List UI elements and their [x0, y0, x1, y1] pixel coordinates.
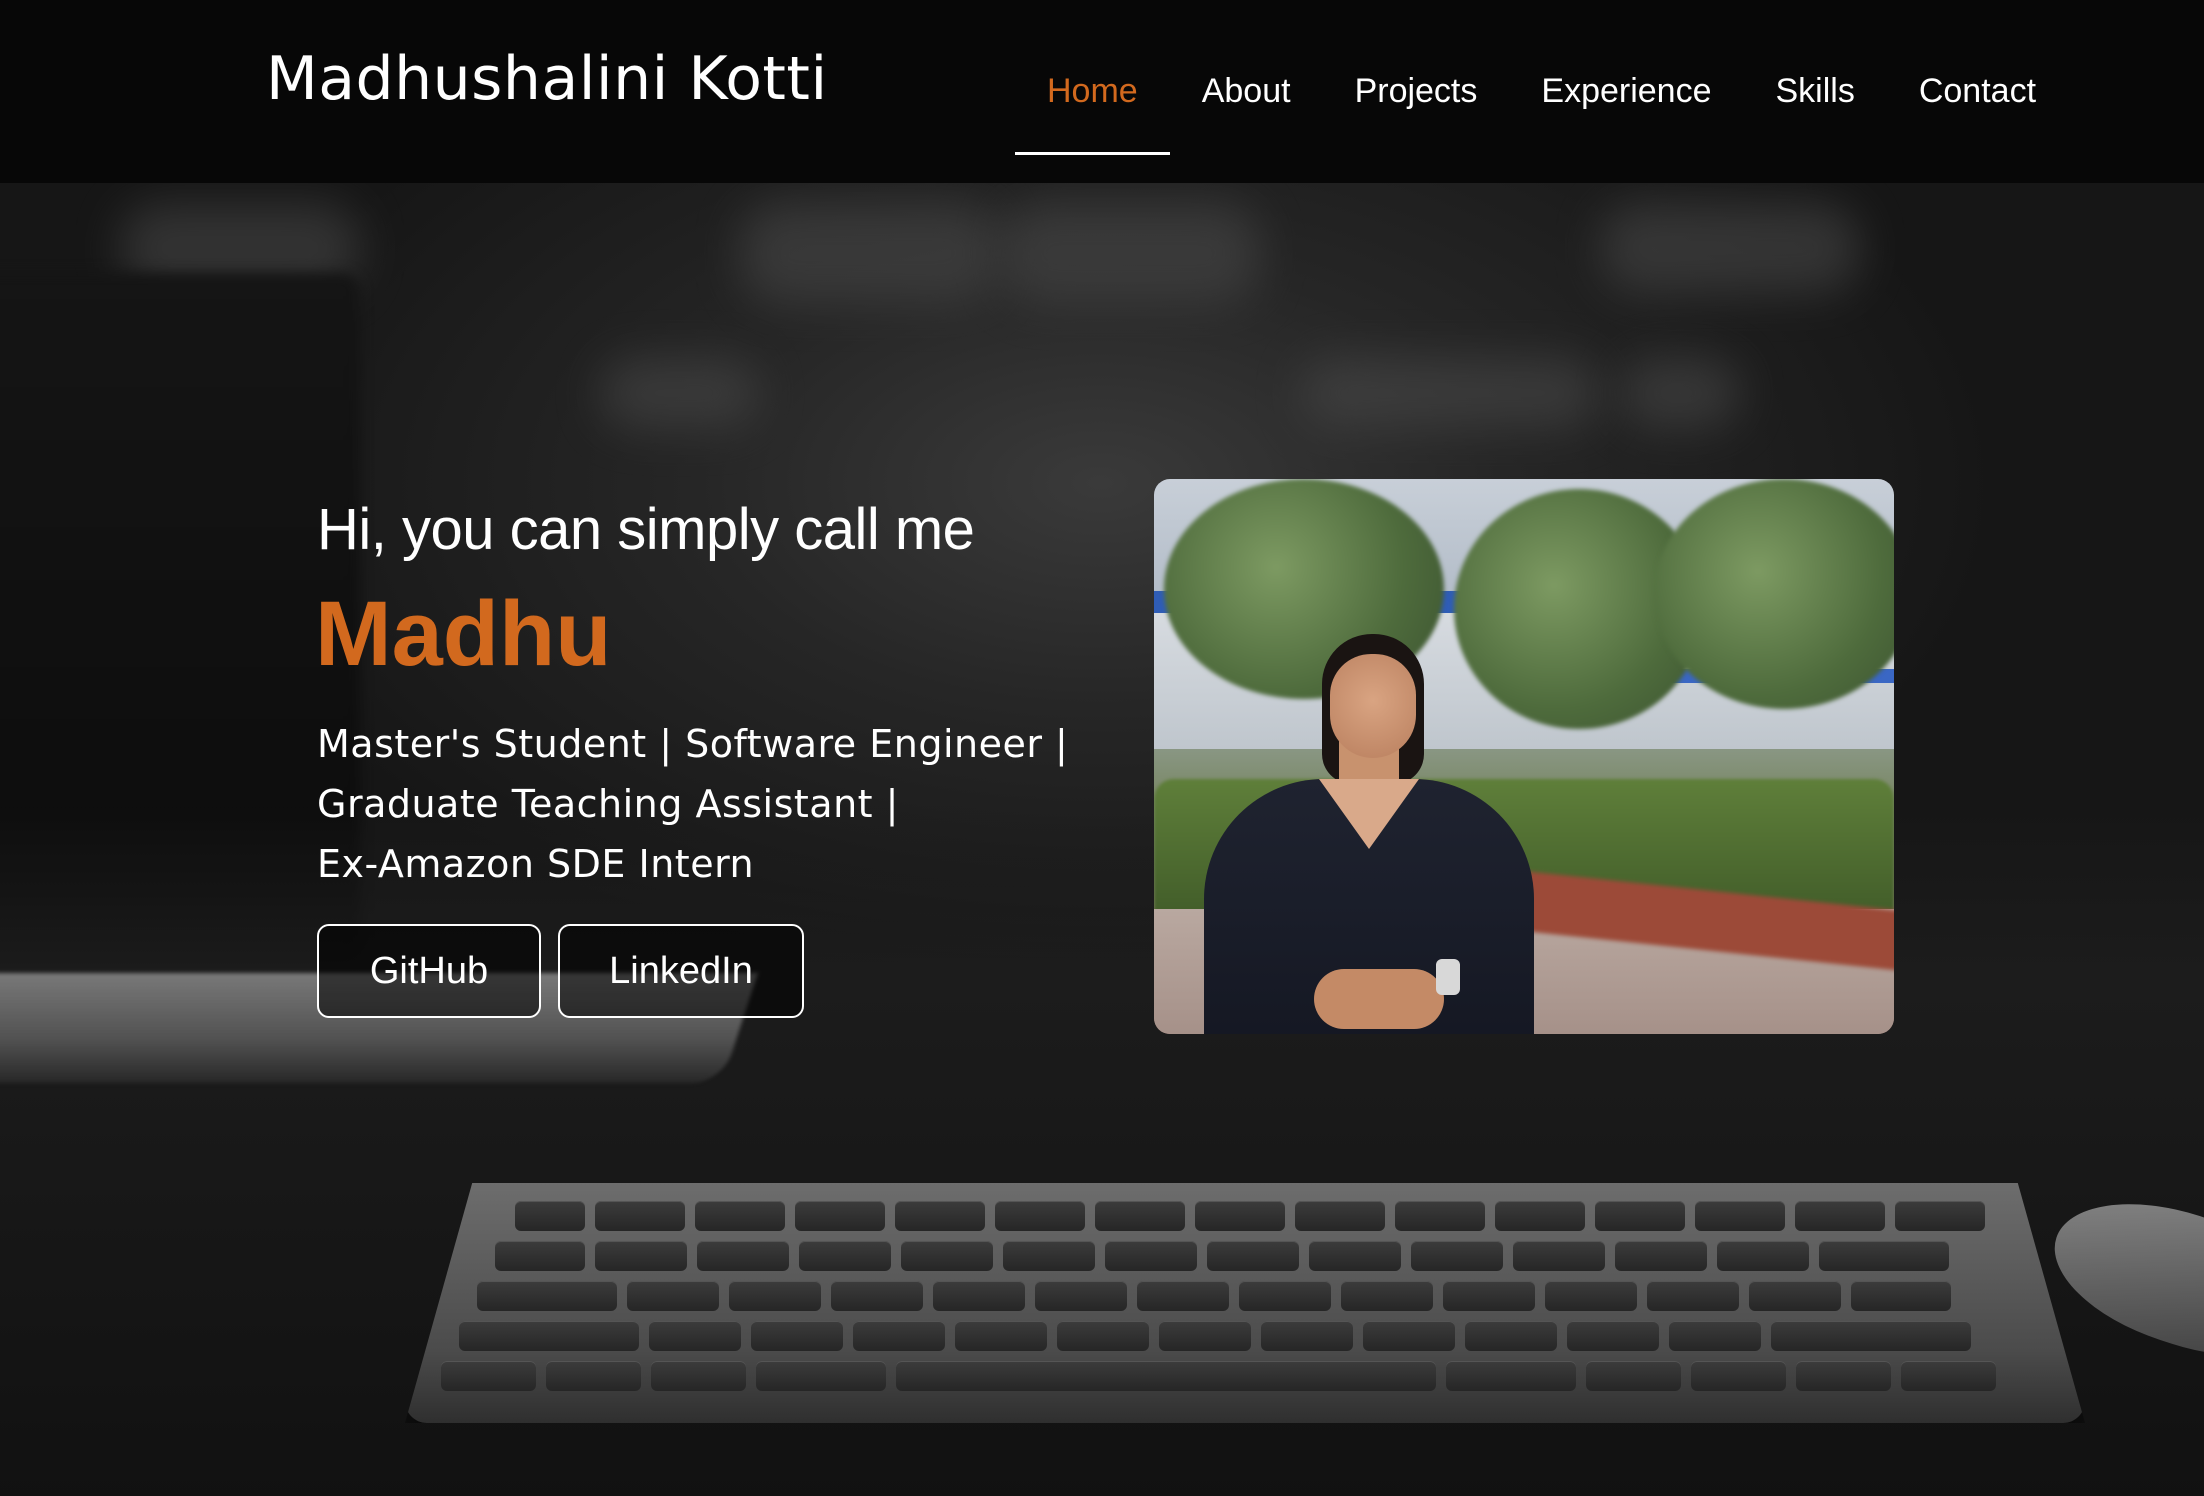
nav-link-about[interactable]: About — [1170, 29, 1323, 155]
site-brand[interactable]: Madhushalini Kotti — [266, 44, 828, 114]
hero-tagline: Master's Student | Software Engineer | G… — [317, 714, 1068, 894]
hero-greeting: Hi, you can simply call me — [317, 497, 975, 562]
tagline-line: Master's Student | Software Engineer | — [317, 722, 1069, 766]
nav-links: Home About Projects Experience Skills Co… — [1015, 0, 2068, 183]
background-light — [600, 358, 760, 428]
background-light — [1620, 358, 1740, 428]
navbar: Madhushalini Kotti Home About Projects E… — [0, 0, 2204, 183]
nav-link-projects[interactable]: Projects — [1323, 29, 1510, 155]
background-keyboard — [405, 1183, 2085, 1423]
nav-link-experience[interactable]: Experience — [1509, 29, 1743, 155]
profile-photo — [1154, 479, 1894, 1034]
linkedin-button[interactable]: LinkedIn — [558, 924, 804, 1018]
background-light — [1300, 358, 1600, 428]
photo-person-watch — [1436, 959, 1460, 995]
nav-link-contact[interactable]: Contact — [1887, 29, 2068, 155]
nav-link-skills[interactable]: Skills — [1744, 29, 1887, 155]
tagline-line: Graduate Teaching Assistant | — [317, 782, 899, 826]
nav-link-home[interactable]: Home — [1015, 29, 1170, 155]
photo-person-face — [1330, 654, 1416, 758]
background-light — [1000, 203, 1260, 303]
background-light — [1600, 203, 1860, 293]
hero-nickname: Madhu — [315, 583, 612, 685]
photo-person-hands — [1314, 969, 1444, 1029]
github-button[interactable]: GitHub — [317, 924, 541, 1018]
tagline-line: Ex-Amazon SDE Intern — [317, 842, 755, 886]
background-light — [740, 203, 1000, 303]
